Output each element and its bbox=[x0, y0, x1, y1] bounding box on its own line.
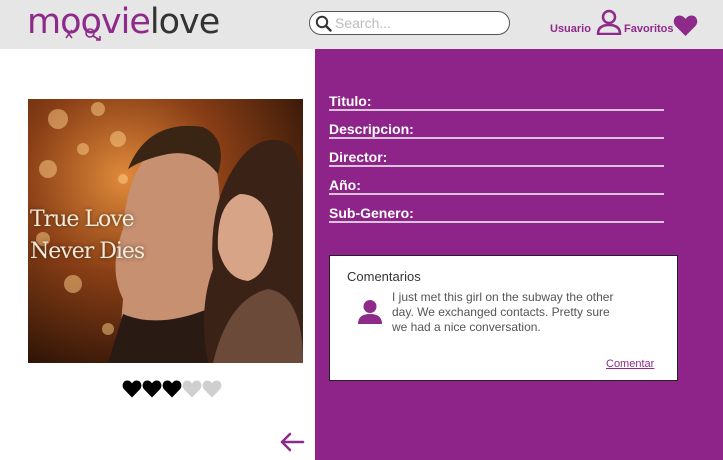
movie-poster[interactable]: True Love Never Dies bbox=[28, 99, 303, 363]
rating-hearts[interactable] bbox=[122, 379, 222, 399]
search-input[interactable] bbox=[335, 14, 505, 32]
field-director: Director: bbox=[329, 147, 664, 167]
arrow-left-icon[interactable] bbox=[279, 432, 305, 452]
rating-heart-icon[interactable] bbox=[142, 379, 162, 399]
comment-text: I just met this girl on the subway the o… bbox=[392, 290, 614, 334]
poster-title-line1: True Love bbox=[30, 207, 135, 232]
comments-box: Comentarios I just met this girl on the … bbox=[329, 255, 678, 381]
gender-symbols-icon bbox=[65, 28, 101, 41]
nav-user-link[interactable]: Usuario bbox=[550, 23, 591, 35]
poster-title-line2: Never Dies bbox=[30, 239, 145, 264]
logo-text-love: love bbox=[149, 2, 220, 42]
rating-heart-icon[interactable] bbox=[162, 379, 182, 399]
field-subgenero: Sub-Genero: bbox=[329, 203, 664, 223]
rating-heart-icon[interactable] bbox=[202, 379, 222, 399]
comment-button[interactable]: Comentar bbox=[606, 358, 654, 370]
field-titulo: Titulo: bbox=[329, 91, 664, 111]
rating-heart-icon[interactable] bbox=[182, 379, 202, 399]
field-descripcion: Descripcion: bbox=[329, 119, 664, 139]
avatar-icon bbox=[358, 300, 382, 324]
comments-title: Comentarios bbox=[347, 269, 421, 284]
site-logo[interactable]: moovielove bbox=[27, 0, 220, 44]
user-icon[interactable] bbox=[596, 9, 622, 35]
search-icon[interactable] bbox=[315, 15, 332, 32]
movie-fields: Titulo: Descripcion: Director: Año: Sub-… bbox=[329, 91, 664, 231]
field-ano: Año: bbox=[329, 175, 664, 195]
search-bar[interactable] bbox=[309, 11, 510, 35]
nav-favorites-link[interactable]: Favoritos bbox=[624, 23, 674, 35]
header-bar: moovielove Usuario Favoritos bbox=[0, 0, 723, 49]
poster-title-text: True Love Never Dies bbox=[30, 204, 145, 268]
heart-icon[interactable] bbox=[673, 14, 698, 37]
rating-heart-icon[interactable] bbox=[122, 379, 142, 399]
